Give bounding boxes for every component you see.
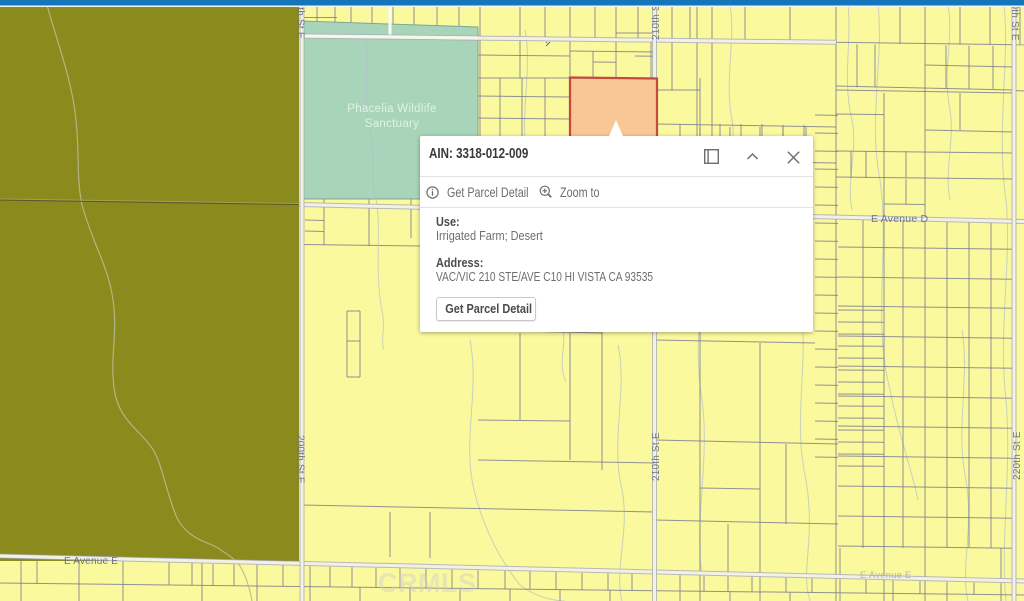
svg-text:220th St E: 220th St E xyxy=(1012,431,1023,480)
svg-text:E Avenue E: E Avenue E xyxy=(860,570,911,581)
svg-text:CRMLS: CRMLS xyxy=(378,568,477,598)
svg-text:200th St E: 200th St E xyxy=(295,435,306,484)
svg-text:Sanctuary: Sanctuary xyxy=(365,118,419,130)
svg-text:E Avenue D: E Avenue D xyxy=(871,213,928,225)
svg-text:E Avenue E: E Avenue E xyxy=(64,556,118,567)
svg-text:210th St E: 210th St E xyxy=(651,432,662,481)
svg-text:Phacelia Wildlife: Phacelia Wildlife xyxy=(347,103,436,115)
